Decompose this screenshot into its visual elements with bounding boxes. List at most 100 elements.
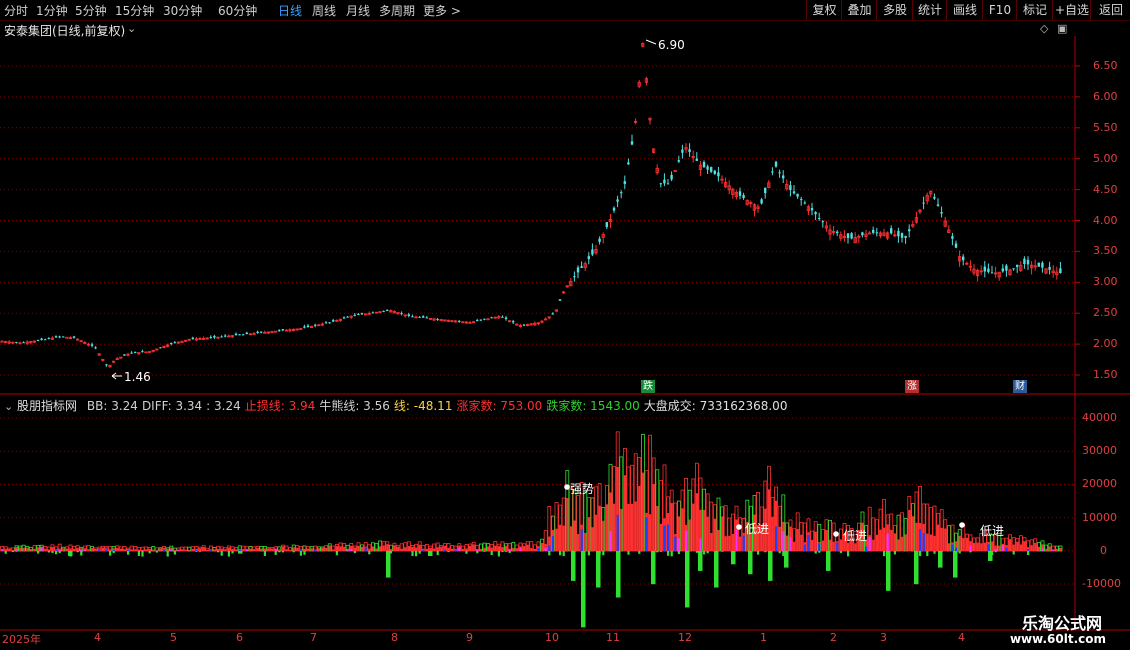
candle-body: [512, 321, 515, 323]
indicator-fill-bar: [213, 549, 216, 551]
candle-body: [760, 199, 763, 204]
candle-body: [407, 314, 410, 316]
indicator-fill-bar: [573, 520, 576, 551]
indicator-negative-bar: [155, 551, 158, 553]
candle-body: [422, 316, 425, 318]
candle-body: [796, 193, 799, 197]
indicator-negative-bar: [281, 551, 284, 553]
high-arrow: [645, 39, 657, 45]
indicator-fill-bar: [479, 548, 482, 551]
signal-marker: [736, 524, 742, 530]
indicator-magenta-bar: [58, 550, 61, 551]
indicator-fill-bar: [501, 547, 504, 551]
indicator-magenta-bar: [170, 549, 173, 551]
indicator-negative-bar: [335, 551, 338, 556]
candle-body: [220, 336, 223, 338]
candle-body: [908, 229, 911, 232]
indicator-fill-bar: [591, 527, 594, 551]
indicator-negative-bar: [436, 551, 439, 556]
indicator-fill-bar: [793, 541, 796, 551]
indicator-fill-bar: [1037, 546, 1040, 551]
event-badge[interactable]: 财: [1013, 380, 1027, 393]
indicator-fill-bar: [267, 548, 270, 551]
indicator-fill-bar: [577, 534, 580, 551]
date-label: 9: [466, 631, 473, 644]
candle-body: [314, 324, 317, 326]
signal-annotation: 强势: [570, 482, 595, 496]
candle-body: [861, 232, 864, 236]
price-tick: 1.50: [1093, 368, 1118, 381]
indicator-fill-bar: [559, 524, 562, 551]
indicator-blue-bar: [55, 550, 58, 551]
candle-body: [782, 175, 785, 179]
indicator-fill-bar: [451, 548, 454, 551]
indicator-negative-bar: [127, 551, 130, 555]
indicator-fill-bar: [706, 516, 709, 551]
indicator-blue-bar: [112, 549, 115, 551]
indicator-fill-bar: [119, 548, 122, 551]
indicator-fill-bar: [231, 548, 234, 551]
indicator-fill-bar: [724, 536, 727, 551]
indicator-fill-bar: [47, 549, 50, 551]
indicator-fill-bar: [638, 485, 641, 551]
indicator-fill-bar: [29, 548, 32, 551]
indicator-negative-bar: [476, 551, 479, 554]
indicator-magenta-bar: [274, 549, 277, 551]
indicator-fill-bar: [505, 545, 508, 551]
chevron-down-icon[interactable]: ⌄: [4, 400, 13, 413]
indicator-fill-bar: [829, 539, 832, 551]
indicator-fill-bar: [202, 547, 205, 551]
indicator-negative-bar: [148, 551, 151, 554]
indicator-negative-bar: [51, 551, 54, 554]
indicator-negative-bar: [299, 551, 302, 556]
indicator-fill-bar: [386, 544, 389, 551]
indicator-negative-bar: [581, 551, 586, 628]
indicator-negative-bar: [571, 551, 576, 581]
indicator-fill-bar: [130, 549, 133, 551]
indicator-fill-bar: [555, 528, 558, 551]
indicator-fill-bar: [339, 546, 342, 551]
price-tick: 6.00: [1093, 89, 1118, 103]
indicator-fill-bar: [235, 549, 238, 551]
indicator-name: 股朋指标网: [17, 399, 78, 413]
indicator-negative-bar: [55, 551, 58, 555]
indicator-magenta-bar: [458, 547, 461, 551]
indicator-negative-bar: [217, 551, 220, 553]
indicator-fill-bar: [584, 532, 587, 551]
indicator-fill-bar: [278, 549, 281, 551]
indicator-tick: 30000: [1082, 444, 1117, 458]
candle-body: [173, 342, 176, 344]
candle-body: [209, 336, 212, 338]
indicator-fill-bar: [465, 548, 468, 551]
indicator-negative-bar: [353, 551, 356, 554]
indicator-fill-bar: [670, 503, 673, 551]
indicator-negative-bar: [659, 551, 662, 552]
indicator-negative-bar: [919, 551, 922, 557]
indicator-negative-bar: [656, 551, 659, 553]
candle-body: [1005, 265, 1008, 271]
date-label: 8: [391, 631, 398, 644]
candle-body: [54, 336, 58, 338]
event-badge[interactable]: 涨: [905, 380, 919, 393]
indicator-magenta-bar: [1001, 545, 1004, 551]
indicator-fill-bar: [166, 548, 169, 551]
indicator-negative-bar: [195, 551, 198, 552]
indicator-fill-bar: [825, 530, 828, 551]
indicator-fill-bar: [440, 546, 443, 551]
indicator-negative-bar: [768, 551, 773, 581]
candle-body: [170, 343, 173, 345]
candle-body: [706, 166, 709, 170]
indicator-fill-bar: [598, 505, 601, 551]
indicator-negative-bar: [220, 551, 223, 556]
indicator-negative-bar: [508, 551, 511, 553]
indicator-fill-bar: [206, 549, 209, 551]
event-badge[interactable]: 跌: [641, 380, 655, 393]
indicator-fill-bar: [872, 539, 875, 551]
indicator-fill-bar: [623, 475, 626, 551]
indicator-fill-bar: [983, 542, 986, 551]
indicator-negative-bar: [994, 551, 997, 553]
candle-body: [936, 204, 940, 207]
indicator-negative-bar: [501, 551, 504, 552]
candle-body: [400, 313, 403, 315]
candle-body: [22, 342, 25, 344]
